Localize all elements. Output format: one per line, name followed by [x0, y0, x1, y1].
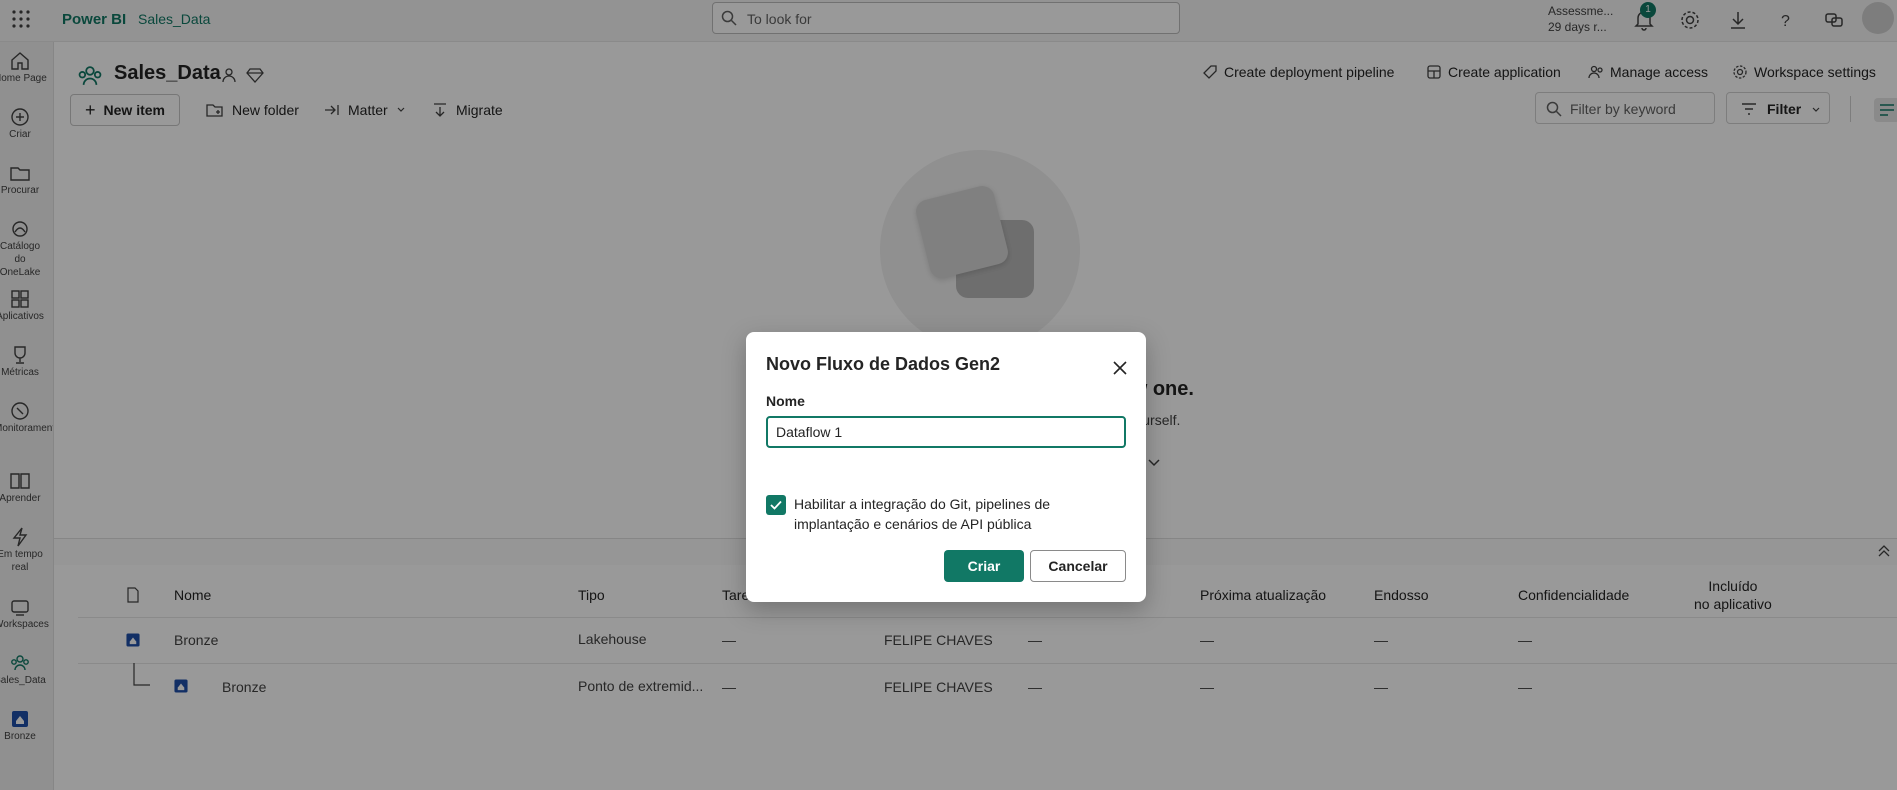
create-button[interactable]: Criar [944, 550, 1024, 582]
dialog-title: Novo Fluxo de Dados Gen2 [766, 354, 1001, 374]
name-field-label: Nome [766, 393, 805, 409]
git-integration-checkbox[interactable] [766, 495, 786, 515]
git-integration-label[interactable]: Habilitar a integração do Git, pipelines… [794, 494, 1114, 534]
close-icon[interactable] [1112, 360, 1128, 376]
new-dataflow-dialog: Novo Fluxo de Dados Gen2 Nome Habilitar … [746, 332, 1146, 602]
name-input[interactable] [766, 416, 1126, 448]
cancel-button[interactable]: Cancelar [1030, 550, 1126, 582]
checkmark-icon [770, 500, 782, 510]
